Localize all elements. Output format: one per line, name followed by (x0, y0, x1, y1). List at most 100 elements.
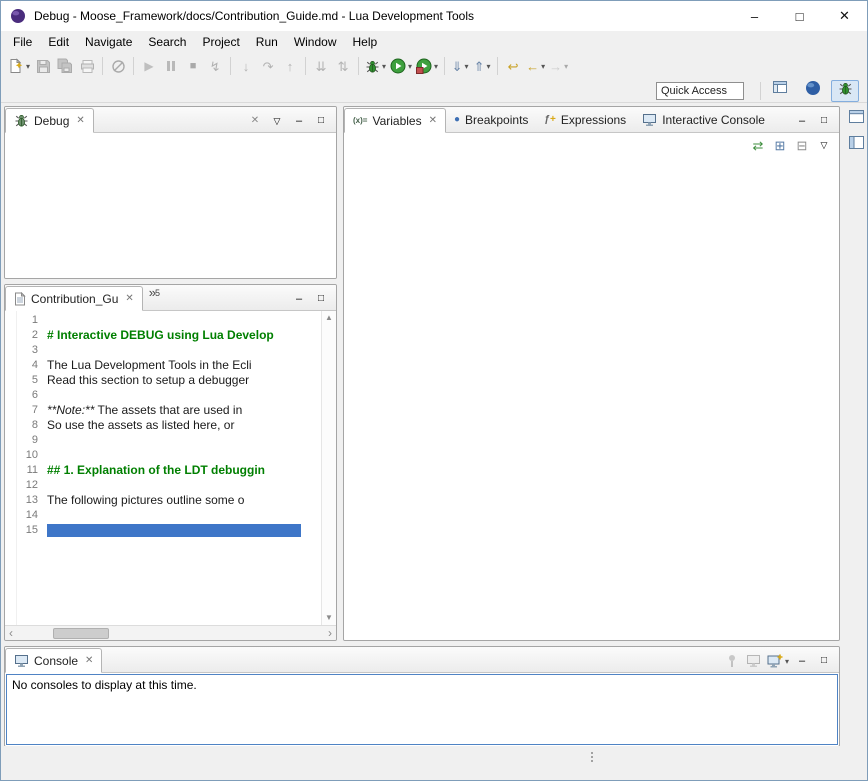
tab-contribution-guide[interactable]: Contribution_Gu ✕ (5, 286, 143, 311)
forward-dropdown-arrow[interactable]: ▾ (564, 62, 568, 71)
suspend-icon (165, 60, 177, 72)
minimize-window-button[interactable]: – (732, 1, 777, 31)
close-tab-icon[interactable]: ✕ (85, 655, 93, 666)
quick-access-box[interactable]: Quick Access (656, 82, 744, 100)
previous-annotation-button[interactable]: ⇑▾ (472, 55, 492, 77)
scroll-down-icon[interactable]: ▼ (325, 614, 333, 622)
code-line: ## 1. Explanation of the LDT debuggin (47, 463, 321, 478)
debug-perspective-button[interactable] (831, 80, 859, 102)
disconnect-button: ↯ (205, 55, 225, 77)
minimize-view-button[interactable]: – (289, 110, 309, 132)
new-button[interactable]: ▾ (7, 55, 31, 77)
menu-window[interactable]: Window (286, 32, 345, 52)
skip-all-breakpoints-button (108, 55, 128, 77)
print-button (77, 55, 97, 77)
save-all-icon (57, 58, 73, 74)
maximize-view-button[interactable]: □ (814, 110, 834, 132)
close-tab-icon[interactable]: ✕ (76, 115, 84, 126)
scrollbar-thumb[interactable] (53, 628, 109, 639)
tab-label: Console (34, 654, 78, 668)
show-type-names-button[interactable]: ⊞ (770, 134, 790, 156)
external-tools-dropdown-arrow[interactable]: ▾ (434, 62, 438, 71)
last-edit-location-button[interactable]: ↩ (503, 55, 523, 77)
minimize-view-button[interactable]: – (792, 650, 812, 672)
resize-grip[interactable] (591, 752, 593, 762)
minimize-view-button[interactable]: – (289, 288, 309, 310)
title-bar[interactable]: Debug - Moose_Framework/docs/Contributio… (1, 1, 867, 31)
close-tab-icon[interactable]: ✕ (125, 293, 133, 304)
tab-breakpoints[interactable]: ●Breakpoints (446, 107, 536, 132)
minimized-view-restore-1-button[interactable] (846, 109, 866, 129)
application-window: Debug - Moose_Framework/docs/Contributio… (0, 0, 868, 781)
menu-search[interactable]: Search (140, 32, 194, 52)
console-view-toolbar: ▾–□ (721, 650, 839, 672)
editor-tab-overflow[interactable]: »5 (143, 285, 166, 310)
editor-horizontal-scrollbar[interactable]: ‹ › (5, 625, 336, 640)
next-annotation-dropdown-arrow[interactable]: ▾ (465, 62, 469, 71)
scrollbar-track[interactable] (17, 628, 324, 639)
tab-label: Expressions (561, 113, 626, 127)
code-line: The following pictures outline some o (47, 493, 321, 508)
tab-expressions[interactable]: ƒ+Expressions (536, 107, 634, 132)
open-perspective-button[interactable] (767, 80, 795, 102)
previous-annotation-dropdown-arrow[interactable]: ▾ (487, 62, 491, 71)
pin-console-button (722, 650, 742, 672)
open-console-dropdown-arrow[interactable]: ▾ (785, 657, 789, 666)
tab-interactive-console[interactable]: Interactive Console (634, 107, 773, 132)
step-into-icon: ↓ (243, 60, 250, 73)
menu-help[interactable]: Help (345, 32, 386, 52)
debug-button[interactable]: ▾ (364, 55, 387, 77)
run-dropdown-arrow[interactable]: ▾ (408, 62, 412, 71)
run-button[interactable]: ▾ (389, 55, 413, 77)
scroll-left-icon[interactable]: ‹ (9, 627, 13, 639)
new-dropdown-arrow[interactable]: ▾ (26, 62, 30, 71)
maximize-view-button[interactable]: □ (311, 110, 331, 132)
menu-file[interactable]: File (5, 32, 40, 52)
tab-variables[interactable]: (x)=Variables✕ (344, 108, 446, 133)
tab-console[interactable]: Console ✕ (5, 648, 102, 673)
menu-edit[interactable]: Edit (40, 32, 77, 52)
view-menu-button[interactable]: ▽ (814, 134, 834, 156)
line-number: 13 (17, 493, 38, 508)
external-tools-button[interactable]: ▾ (415, 55, 439, 77)
console-content: No consoles to display at this time. (6, 674, 838, 745)
show-logical-structures-button[interactable]: ⇄ (748, 134, 768, 156)
save-button (33, 55, 53, 77)
open-console-icon (767, 654, 783, 668)
open-console-button[interactable]: ▾ (766, 650, 790, 672)
debug-icon (365, 59, 380, 74)
debug-dropdown-arrow[interactable]: ▾ (382, 62, 386, 71)
maximize-view-button[interactable]: □ (311, 288, 331, 310)
minimized-views-strip (845, 109, 867, 639)
close-window-button[interactable]: ✕ (822, 1, 867, 31)
maximize-window-button[interactable]: □ (777, 1, 822, 31)
minimize-view-icon: – (296, 294, 302, 305)
scroll-right-icon[interactable]: › (328, 627, 332, 639)
use-step-filters-button: ⇅ (333, 55, 353, 77)
editor-vertical-scrollbar[interactable]: ▲ ▼ (321, 311, 336, 625)
menu-run[interactable]: Run (248, 32, 286, 52)
lua-perspective-icon (805, 80, 821, 101)
scroll-up-icon[interactable]: ▲ (325, 314, 333, 322)
view-menu-button[interactable]: ▽ (267, 110, 287, 132)
use-step-filters-icon: ⇅ (338, 60, 349, 73)
tab-label: Variables (372, 114, 421, 128)
back-button[interactable]: ←▾ (525, 55, 546, 77)
menu-project[interactable]: Project (194, 32, 247, 52)
debug-view-content (5, 133, 336, 278)
minimize-view-button[interactable]: – (792, 110, 812, 132)
close-tab-icon[interactable]: ✕ (429, 115, 437, 126)
maximize-view-button[interactable]: □ (814, 650, 834, 672)
interactive-console-icon (642, 113, 657, 127)
editor-text-area[interactable]: # Interactive DEBUG using Lua DevelopThe… (43, 311, 321, 625)
minimized-view-restore-1-icon (849, 110, 864, 128)
next-annotation-button[interactable]: ⇓▾ (450, 55, 470, 77)
lua-perspective-button[interactable] (799, 80, 827, 102)
main-toolbar: ▾▶■↯↓↷↑⇊⇅▾▾▾⇓▾⇑▾↩←▾→▾ (1, 53, 867, 79)
line-number: 7 (17, 403, 38, 418)
tab-debug[interactable]: Debug ✕ (5, 108, 94, 133)
next-annotation-icon: ⇓ (452, 60, 463, 73)
back-dropdown-arrow[interactable]: ▾ (541, 62, 545, 71)
minimized-view-restore-2-button[interactable] (846, 135, 866, 155)
menu-navigate[interactable]: Navigate (77, 32, 140, 52)
